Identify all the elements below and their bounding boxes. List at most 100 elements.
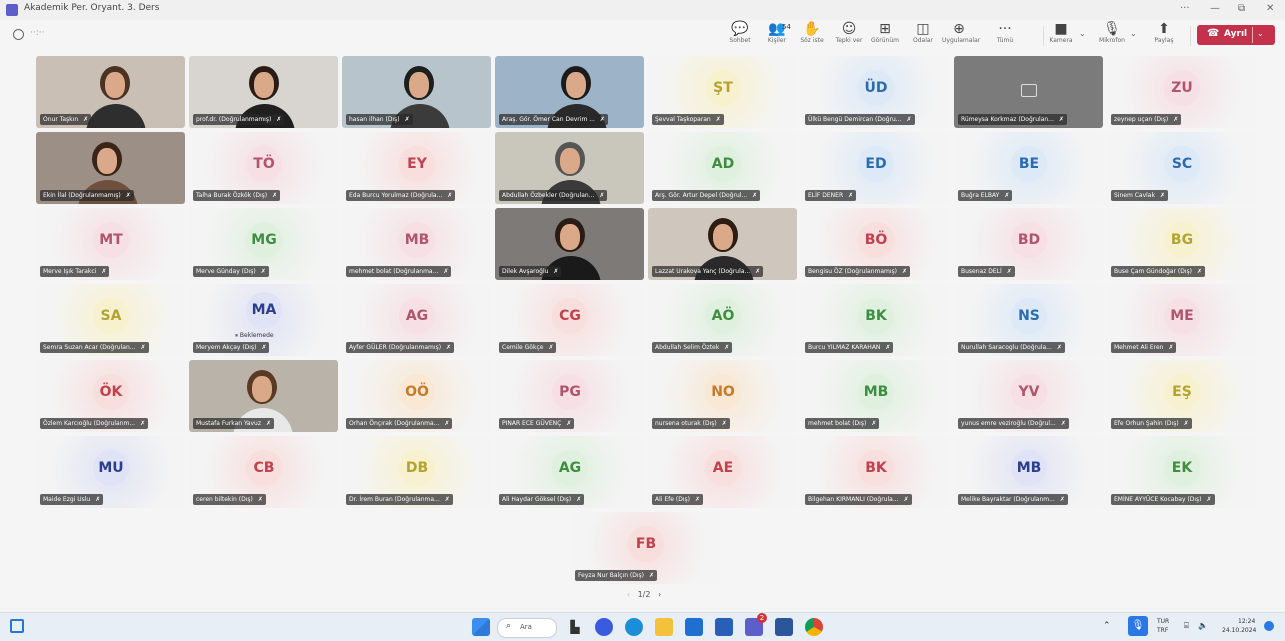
participant-tile[interactable]: MB Melike Bayraktar (Doğrulanm... ✗ <box>954 436 1103 508</box>
participant-tile[interactable]: ZU zeynep uçan (Dış) ✗ <box>1107 56 1256 128</box>
store-icon[interactable] <box>715 618 733 636</box>
participant-tile[interactable]: Ekin İlal (Doğrulanmamış) ✗ <box>36 132 185 204</box>
participant-name: Lazzat Urakova Yanç (Doğrula... <box>655 268 751 275</box>
participant-tile[interactable]: ME Mehmet Ali Eren ✗ <box>1107 284 1256 356</box>
participant-tile[interactable]: MT Merve Işık Tarakci ✗ <box>36 208 185 280</box>
toolbar-share-button[interactable]: ⬆ Paylaş <box>1147 21 1181 44</box>
window-more-button[interactable]: ··· <box>1180 3 1190 14</box>
participant-tile[interactable]: SC Sinem Cavlak ✗ <box>1107 132 1256 204</box>
participant-video-face <box>713 224 733 250</box>
participant-tile[interactable]: MG Merve Günday (Dış) ✗ <box>189 208 338 280</box>
toolbar-view-button[interactable]: ⊞ Görünüm <box>868 21 902 44</box>
participant-tile[interactable]: hasan ilhan (Dış) ✗ <box>342 56 491 128</box>
participant-name-badge: Abdullah Özbekler (Doğrulan... ✗ <box>499 190 608 201</box>
word-icon[interactable] <box>775 618 793 636</box>
participant-tile[interactable]: Mustafa Furkan Yavuz ✗ <box>189 360 338 432</box>
network-icon[interactable]: ⌸ <box>1184 621 1189 631</box>
participant-tile[interactable]: TÖ Talha Burak Özkök (Dış) ✗ <box>189 132 338 204</box>
language-indicator[interactable]: TUR <box>1157 618 1169 625</box>
participant-tile[interactable]: prof.dr. (Doğrulanmamış) ✗ <box>189 56 338 128</box>
notification-center-icon[interactable] <box>1264 621 1274 631</box>
teams-taskbar-icon[interactable]: 2 <box>745 613 767 636</box>
mic-muted-icon: ✗ <box>272 192 278 199</box>
participant-tile[interactable]: AÖ Abdullah Selim Öztek ✗ <box>648 284 797 356</box>
participant-tile[interactable]: AD Arş. Gör. Artur Depel (Doğrul... ✗ <box>648 132 797 204</box>
leave-dropdown-icon[interactable]: ⌄ <box>1257 29 1264 38</box>
taskbar-search[interactable]: ⌕ Ara <box>497 618 557 638</box>
participant-tile[interactable]: PG PINAR ECE GÜVENÇ ✗ <box>495 360 644 432</box>
keyboard-layout-indicator[interactable]: TRF <box>1157 627 1168 634</box>
chat-app-icon[interactable] <box>595 618 613 636</box>
participant-tile[interactable]: BK Burcu YILMAZ KARAHAN ✗ <box>801 284 950 356</box>
participant-tile[interactable]: MA ⏸ Beklemede Meryem Akçay (Dış) ✗ <box>189 284 338 356</box>
toolbar-react-button[interactable]: ☺ Tepki ver <box>832 21 866 44</box>
pager-next-button[interactable]: › <box>658 590 661 599</box>
participant-tile[interactable]: YV yunus emre veziroğlu (Doğrul... ✗ <box>954 360 1103 432</box>
pager-prev-button[interactable]: ‹ <box>627 590 630 599</box>
mic-options-dropdown[interactable]: ⌄ <box>1130 29 1137 38</box>
clock-date[interactable]: 24.10.2024 <box>1222 627 1256 634</box>
participant-tile[interactable]: CG Cemile Gökçe ✗ <box>495 284 644 356</box>
participant-tile[interactable]: OÖ Orhan Önçırak (Doğrulanma... ✗ <box>342 360 491 432</box>
participant-tile[interactable]: Abdullah Özbekler (Doğrulan... ✗ <box>495 132 644 204</box>
toolbar-raise-button[interactable]: ✋ Söz iste <box>795 21 829 44</box>
toolbar-mic-button[interactable]: 🎙 Mikrofon <box>1095 21 1129 44</box>
participant-tile[interactable]: AG Ayfer GÜLER (Doğrulanmamış) ✗ <box>342 284 491 356</box>
participant-video-face <box>105 72 125 98</box>
task-view-icon[interactable]: ▙ <box>566 618 584 636</box>
widgets-icon[interactable] <box>10 619 24 633</box>
tray-mic-icon[interactable]: 🎙 <box>1128 616 1148 636</box>
participant-tile[interactable]: DB Dr. İrem Buran (Doğrulanma... ✗ <box>342 436 491 508</box>
clock-time[interactable]: 12:24 <box>1238 618 1255 625</box>
toolbar-more-button[interactable]: ··· Tümü <box>988 21 1022 44</box>
participant-tile[interactable]: Onur Taşkın ✗ <box>36 56 185 128</box>
participant-tile[interactable]: SA Semra Suzan Acar (Doğrulan... ✗ <box>36 284 185 356</box>
participant-tile[interactable]: Lazzat Urakova Yanç (Doğrula... ✗ <box>648 208 797 280</box>
tray-overflow-icon[interactable]: ⌃ <box>1103 621 1111 631</box>
toolbar-apps-button[interactable]: ⊕ Uygulamalar <box>942 21 980 44</box>
participant-tile[interactable]: BD Busenaz DELİ ✗ <box>954 208 1103 280</box>
toolbar-people-button[interactable]: 👥 54 Kişiler <box>760 21 794 44</box>
toolbar-rooms-button[interactable]: ◫ Odalar <box>906 21 940 44</box>
participant-tile[interactable]: Rümeysa Korkmaz (Doğrulan... ✗ <box>954 56 1103 128</box>
participant-tile[interactable]: MU Maide Ezgi Uslu ✗ <box>36 436 185 508</box>
camera-options-dropdown[interactable]: ⌄ <box>1079 29 1086 38</box>
leave-button[interactable]: ☎ Ayrıl ⌄ <box>1197 25 1275 45</box>
participant-tile[interactable]: ŞT Şevval Taşkoparan ✗ <box>648 56 797 128</box>
restore-button[interactable]: ⧉ <box>1238 3 1245 14</box>
start-button[interactable] <box>472 618 490 636</box>
minimize-button[interactable]: — <box>1210 3 1220 14</box>
participant-tile[interactable]: AG Ali Haydar Göksel (Dış) ✗ <box>495 436 644 508</box>
mail-icon[interactable] <box>685 618 703 636</box>
participant-tile[interactable]: Araş. Gör. Ömer Can Devrim ... ✗ <box>495 56 644 128</box>
participant-tile[interactable]: FB Feyza Nur Balçın (Dış) ✗ <box>571 512 720 584</box>
participant-tile[interactable]: CB ceren biltekin (Dış) ✗ <box>189 436 338 508</box>
close-button[interactable]: ✕ <box>1266 3 1274 14</box>
participant-tile[interactable]: MB mehmet bolat (Doğrulanma... ✗ <box>342 208 491 280</box>
toolbar-camera-button[interactable]: ■ Kamera <box>1044 21 1078 44</box>
participant-tile[interactable]: BK Bilgehan KIRMANLI (Doğrula... ✗ <box>801 436 950 508</box>
participant-initials-avatar: BD <box>1011 222 1047 258</box>
participant-tile[interactable]: NS Nurullah Saracoglu (Doğrula... ✗ <box>954 284 1103 356</box>
participant-tile[interactable]: EK EMİNE AYYÜCE Kocabay (Dış) ✗ <box>1107 436 1256 508</box>
edge-browser-icon[interactable] <box>625 618 643 636</box>
volume-icon[interactable]: 🔈 <box>1198 621 1208 630</box>
chrome-icon[interactable] <box>805 618 823 636</box>
participant-tile[interactable]: ÜD Ülkü Bengü Demircan (Doğru... ✗ <box>801 56 950 128</box>
participant-tile[interactable]: MB mehmet bolat (Dış) ✗ <box>801 360 950 432</box>
participant-tile[interactable]: BÖ Bengisu ÖZ (Doğrulanmamış) ✗ <box>801 208 950 280</box>
participant-tile[interactable]: BG Buse Çam Gündoğar (Dış) ✗ <box>1107 208 1256 280</box>
mic-muted-icon: ✗ <box>1183 420 1189 427</box>
participant-tile[interactable]: ÖK Özlem Karcıoğlu (Doğrulanm... ✗ <box>36 360 185 432</box>
participant-tile[interactable]: BE Buğra ELBAY ✗ <box>954 132 1103 204</box>
participant-tile[interactable]: Dilek Avşaroğlu ✗ <box>495 208 644 280</box>
participant-tile[interactable]: EŞ Efe Orhun Şahin (Dış) ✗ <box>1107 360 1256 432</box>
file-explorer-icon[interactable] <box>655 618 673 636</box>
participant-tile[interactable]: ED ELİF DENER ✗ <box>801 132 950 204</box>
participant-tile[interactable]: AE Ali Efe (Dış) ✗ <box>648 436 797 508</box>
participant-tile[interactable]: EY Eda Burcu Yorulmaz (Doğrula... ✗ <box>342 132 491 204</box>
toolbar-chat-button[interactable]: 💬 Sohbet <box>723 21 757 44</box>
leave-label: Ayrıl <box>1224 29 1248 39</box>
chat-icon: 💬 <box>731 21 749 37</box>
participant-tile[interactable]: NO nursena oturak (Dış) ✗ <box>648 360 797 432</box>
